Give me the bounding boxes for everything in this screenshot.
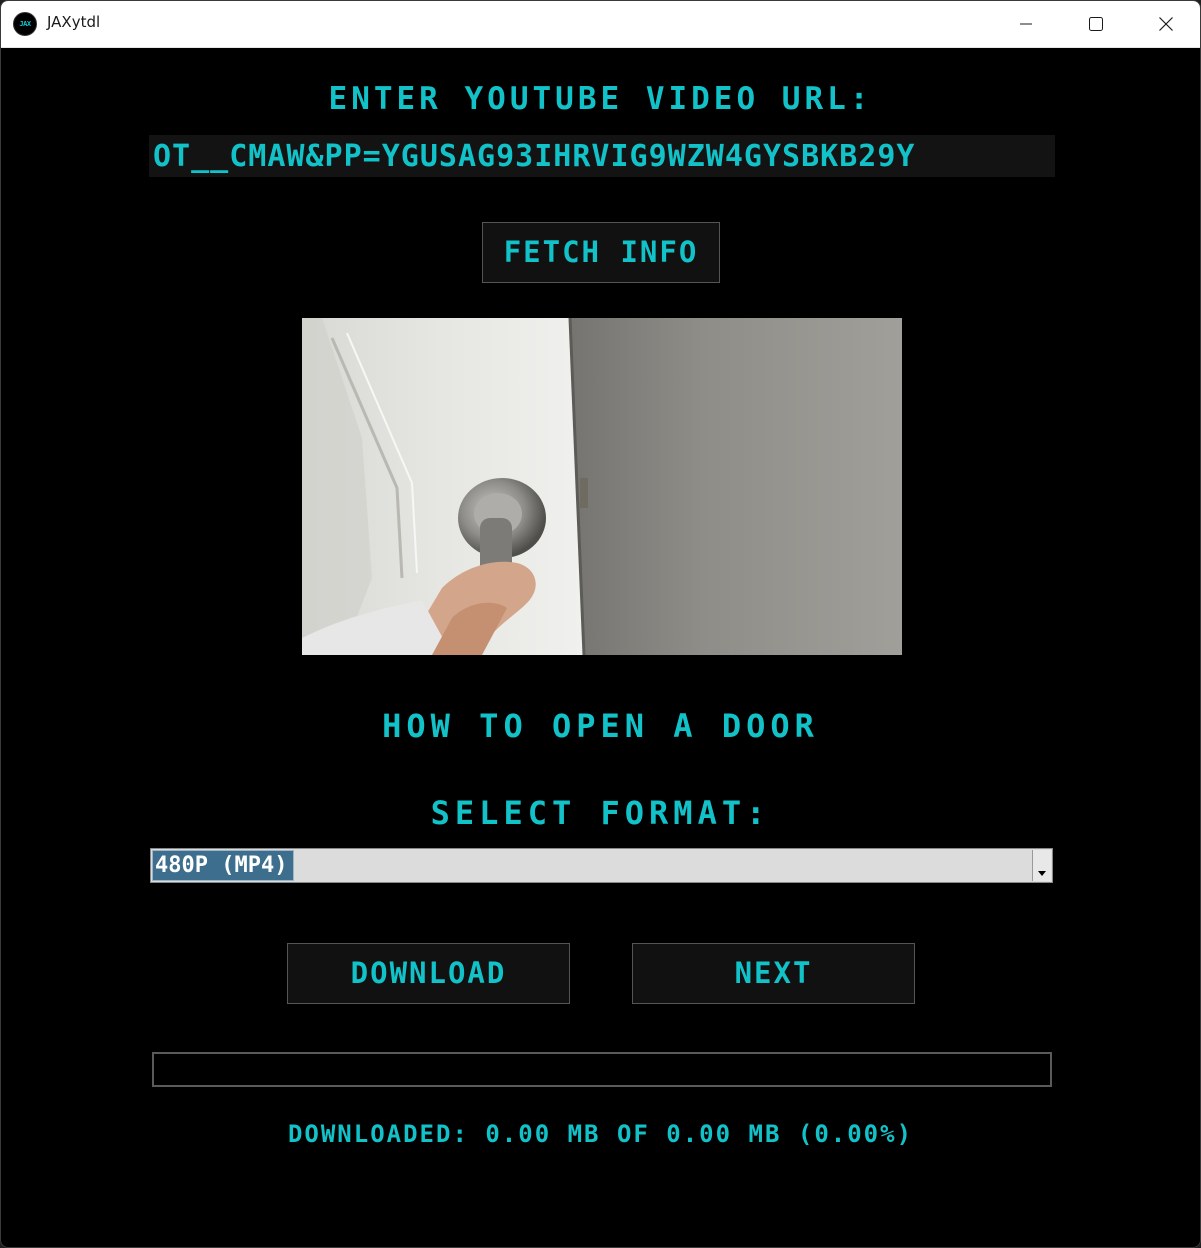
format-select[interactable]: 480p (mp4) [150,848,1053,883]
chevron-down-icon [1038,871,1046,876]
format-label: Select Format: [430,794,771,832]
url-label: Enter YouTube Video URL: [328,81,873,117]
fetch-info-button[interactable]: Fetch Info [482,222,720,283]
next-button[interactable]: Next [632,943,915,1004]
video-thumbnail [302,318,902,655]
minimize-icon [1020,23,1032,25]
video-title: How to Open a Door [382,707,819,745]
download-button[interactable]: Download [287,943,570,1004]
window-title: JAXytdl [47,13,101,31]
url-input[interactable] [153,135,1055,177]
title-bar[interactable]: JAX JAXytdl [1,1,1200,48]
url-field-container [149,135,1055,177]
format-selected-value: 480p (mp4) [152,850,295,881]
app-window: JAX JAXytdl Enter YouTube Video URL: Fet… [0,0,1201,1248]
minimize-button[interactable] [991,1,1061,47]
jax-app-icon: JAX [13,12,37,36]
dropdown-arrow-button[interactable] [1032,850,1051,881]
maximize-icon [1089,17,1103,31]
download-status: Downloaded: 0.00 MB of 0.00 MB (0.00%) [287,1120,914,1148]
maximize-button[interactable] [1061,1,1131,47]
close-icon [1159,17,1173,31]
download-progress-bar [152,1052,1052,1087]
close-button[interactable] [1131,1,1200,47]
